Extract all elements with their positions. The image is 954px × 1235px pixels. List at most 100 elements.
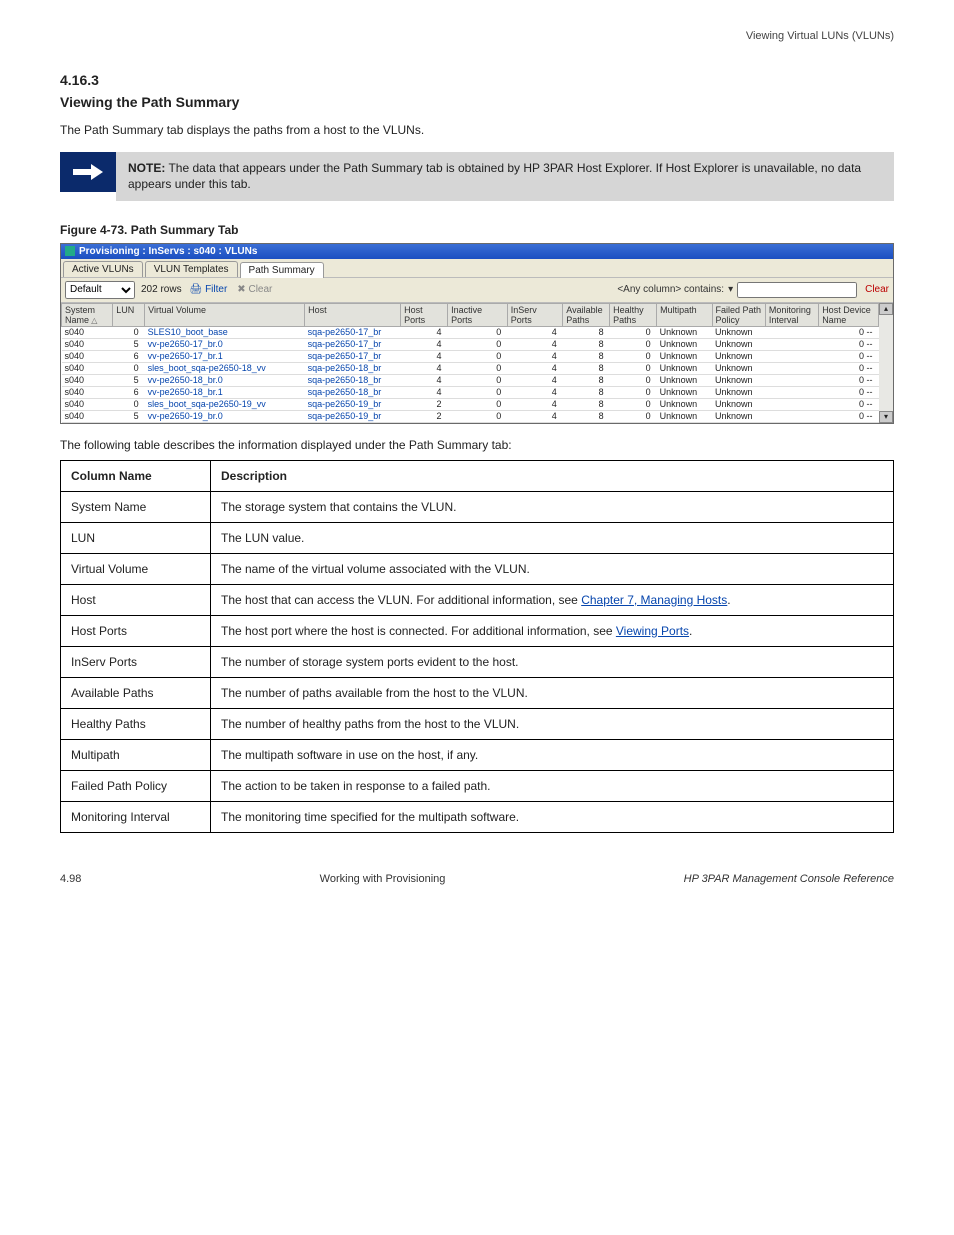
table-row[interactable]: s0405vv-pe2650-18_br.0sqa-pe2650-18_br40…: [62, 374, 879, 386]
table-cell: 0: [113, 326, 145, 338]
clear-filter-button[interactable]: Clear: [865, 284, 889, 295]
desc-text: The number of healthy paths from the hos…: [211, 708, 894, 739]
table-cell: sqa-pe2650-19_br: [305, 410, 401, 422]
desc-text: The multipath software in use on the hos…: [211, 739, 894, 770]
table-cell: Unknown: [657, 410, 712, 422]
table-cell: 8: [563, 362, 610, 374]
column-header[interactable]: LUN: [113, 303, 145, 326]
table-cell: 0 --: [819, 386, 879, 398]
table-cell: vv-pe2650-17_br.0: [145, 338, 305, 350]
table-cell: Unknown: [657, 398, 712, 410]
table-cell: sqa-pe2650-17_br: [305, 326, 401, 338]
desc-row: Host PortsThe host port where the host i…: [61, 615, 894, 646]
contains-input[interactable]: [737, 282, 857, 298]
column-header[interactable]: Host Device Name: [819, 303, 879, 326]
filter-button[interactable]: 🖨 Filter: [190, 284, 228, 295]
table-cell: 2: [401, 398, 448, 410]
vertical-scrollbar[interactable]: ▴ ▾: [879, 303, 893, 423]
desc-text: The host that can access the VLUN. For a…: [211, 584, 894, 615]
table-cell: s040: [62, 374, 113, 386]
desc-row: Healthy PathsThe number of healthy paths…: [61, 708, 894, 739]
table-cell: [765, 410, 818, 422]
column-header[interactable]: Virtual Volume: [145, 303, 305, 326]
desc-name: Virtual Volume: [61, 553, 211, 584]
column-header[interactable]: System Name △: [62, 303, 113, 326]
desc-text: The LUN value.: [211, 522, 894, 553]
desc-text: The name of the virtual volume associate…: [211, 553, 894, 584]
table-cell: Unknown: [712, 338, 765, 350]
table-cell: 4: [401, 362, 448, 374]
tab-active-vluns[interactable]: Active VLUNs: [63, 261, 143, 277]
footer-doc-title: HP 3PAR Management Console Reference: [684, 873, 894, 885]
table-row[interactable]: s0405vv-pe2650-17_br.0sqa-pe2650-17_br40…: [62, 338, 879, 350]
table-cell: sqa-pe2650-18_br: [305, 374, 401, 386]
column-header[interactable]: Multipath: [657, 303, 712, 326]
section-title: Viewing the Path Summary: [60, 94, 894, 110]
table-cell: [765, 398, 818, 410]
table-cell: 8: [563, 386, 610, 398]
column-header[interactable]: Healthy Paths: [610, 303, 657, 326]
desc-text: The number of paths available from the h…: [211, 677, 894, 708]
column-header[interactable]: Failed Path Policy: [712, 303, 765, 326]
table-cell: 0 --: [819, 410, 879, 422]
column-header[interactable]: InServ Ports: [507, 303, 562, 326]
contains-dropdown-icon[interactable]: ▾: [728, 284, 733, 295]
table-cell: 0: [448, 410, 508, 422]
table-cell: sqa-pe2650-17_br: [305, 338, 401, 350]
table-cell: sles_boot_sqa-pe2650-18_vv: [145, 362, 305, 374]
table-cell: 4: [401, 350, 448, 362]
contains-label: <Any column> contains:: [617, 284, 724, 295]
table-cell: [765, 374, 818, 386]
description-table: Column Name Description System NameThe s…: [60, 460, 894, 833]
scroll-down-icon[interactable]: ▾: [879, 411, 893, 423]
cross-reference-link[interactable]: Chapter 7, Managing Hosts: [581, 593, 727, 607]
table-cell: 2: [401, 410, 448, 422]
tab-path-summary[interactable]: Path Summary: [240, 262, 324, 278]
table-cell: [765, 386, 818, 398]
table-row[interactable]: s0406vv-pe2650-17_br.1sqa-pe2650-17_br40…: [62, 350, 879, 362]
row-count: 202 rows: [141, 284, 182, 295]
table-cell: sles_boot_sqa-pe2650-19_vv: [145, 398, 305, 410]
table-cell: 0: [113, 398, 145, 410]
note-text: The data that appears under the Path Sum…: [128, 161, 861, 191]
column-header[interactable]: Host Ports: [401, 303, 448, 326]
page-footer: 4.98 Working with Provisioning HP 3PAR M…: [60, 873, 894, 885]
table-row[interactable]: s0406vv-pe2650-18_br.1sqa-pe2650-18_br40…: [62, 386, 879, 398]
preset-select[interactable]: Default: [65, 281, 135, 299]
table-cell: 0: [448, 326, 508, 338]
column-header[interactable]: Monitoring Interval: [765, 303, 818, 326]
table-cell: [765, 326, 818, 338]
table-cell: SLES10_boot_base: [145, 326, 305, 338]
column-header[interactable]: Available Paths: [563, 303, 610, 326]
column-header[interactable]: Host: [305, 303, 401, 326]
table-cell: 0: [448, 350, 508, 362]
table-row[interactable]: s0400SLES10_boot_basesqa-pe2650-17_br404…: [62, 326, 879, 338]
desc-name: Multipath: [61, 739, 211, 770]
table-cell: 0 --: [819, 362, 879, 374]
table-cell: 0: [610, 374, 657, 386]
table-cell: 0: [448, 362, 508, 374]
clear-button[interactable]: ✖ Clear: [237, 284, 272, 295]
desc-text: The number of storage system ports evide…: [211, 646, 894, 677]
desc-name: Monitoring Interval: [61, 801, 211, 832]
table-row[interactable]: s0400sles_boot_sqa-pe2650-18_vvsqa-pe265…: [62, 362, 879, 374]
table-cell: Unknown: [657, 386, 712, 398]
cross-reference-link[interactable]: Viewing Ports: [616, 624, 689, 638]
table-cell: Unknown: [657, 338, 712, 350]
table-cell: 8: [563, 374, 610, 386]
table-row[interactable]: s0400sles_boot_sqa-pe2650-19_vvsqa-pe265…: [62, 398, 879, 410]
table-cell: vv-pe2650-17_br.1: [145, 350, 305, 362]
table-row[interactable]: s0405vv-pe2650-19_br.0sqa-pe2650-19_br20…: [62, 410, 879, 422]
table-cell: 0: [113, 362, 145, 374]
table-cell: 0: [448, 374, 508, 386]
desc-row: Failed Path PolicyThe action to be taken…: [61, 770, 894, 801]
table-cell: 6: [113, 350, 145, 362]
tab-vlun-templates[interactable]: VLUN Templates: [145, 261, 238, 277]
desc-text: The storage system that contains the VLU…: [211, 491, 894, 522]
scroll-up-icon[interactable]: ▴: [879, 303, 893, 315]
column-header[interactable]: Inactive Ports: [448, 303, 508, 326]
table-cell: s040: [62, 362, 113, 374]
note-arrow-icon: [60, 152, 116, 192]
desc-text: The action to be taken in response to a …: [211, 770, 894, 801]
desc-name: Healthy Paths: [61, 708, 211, 739]
